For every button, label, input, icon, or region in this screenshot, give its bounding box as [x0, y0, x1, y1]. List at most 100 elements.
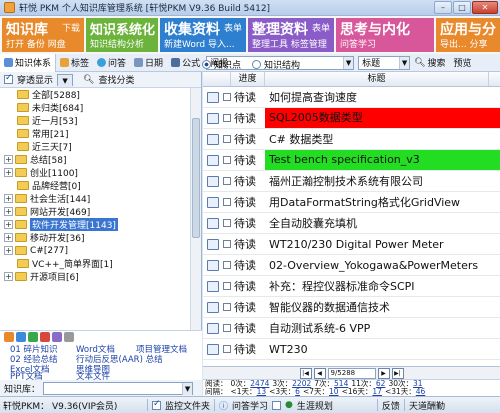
- expand-icon[interactable]: +: [4, 220, 13, 229]
- link-ppt-docs[interactable]: PPT文档: [10, 370, 42, 382]
- penetrate-dropdown[interactable]: ▼: [57, 73, 74, 87]
- tree-item[interactable]: + 网站开发[469]: [0, 205, 201, 218]
- tree-item[interactable]: + 社会生活[144]: [0, 192, 201, 205]
- expand-icon[interactable]: +: [4, 194, 13, 203]
- tree-item[interactable]: + 软件开发管理[1143]: [0, 218, 201, 231]
- row-checkbox[interactable]: [223, 219, 231, 227]
- expand-icon[interactable]: +: [4, 207, 13, 216]
- table-row[interactable]: 待读 WT210/230 Digital Power Meter: [203, 234, 500, 255]
- tab-qa[interactable]: 问答: [93, 56, 130, 69]
- table-row[interactable]: 待读 智能仪器的数据通信技术: [203, 297, 500, 318]
- table-row[interactable]: 待读 福州正瀚控制技术系统有限公司: [203, 171, 500, 192]
- column-title[interactable]: 标题: [265, 72, 489, 86]
- page-indicator[interactable]: 9/5288: [327, 367, 376, 379]
- row-checkbox[interactable]: [223, 93, 231, 101]
- tree-item[interactable]: + 移动开发[36]: [0, 231, 201, 244]
- row-checkbox[interactable]: [223, 282, 231, 290]
- stat-value[interactable]: 46: [416, 387, 426, 396]
- row-checkbox[interactable]: [223, 114, 231, 122]
- column-progress[interactable]: 进度: [231, 72, 265, 86]
- tree-item[interactable]: 近一月[53]: [0, 114, 201, 127]
- ribbon-tile-organize[interactable]: 整理资料 表单 整理工具 标签管理: [248, 18, 334, 52]
- prev-page-button[interactable]: ◀: [313, 367, 326, 379]
- knowledge-base-select[interactable]: ▼: [43, 381, 194, 395]
- ribbon-tile-collect[interactable]: 收集资料 表单 新建Word 导入...: [160, 18, 246, 52]
- preview-toggle[interactable]: 预览: [450, 56, 476, 69]
- tree-item[interactable]: VC++_简单界面[1]: [0, 257, 201, 270]
- table-row[interactable]: 待读 02-Overview_Yokogawa&PowerMeters: [203, 255, 500, 276]
- table-row[interactable]: 待读 SQL2005数据类型: [203, 108, 500, 129]
- chevron-down-icon[interactable]: ▼: [399, 56, 410, 69]
- tree-item[interactable]: 常用[21]: [0, 127, 201, 140]
- row-checkbox[interactable]: [223, 324, 231, 332]
- search-button[interactable]: 🔍︎ 搜索: [410, 56, 449, 70]
- expand-icon[interactable]: +: [4, 233, 13, 242]
- tree-item[interactable]: + C#[277]: [0, 244, 201, 257]
- expand-icon[interactable]: +: [4, 168, 13, 177]
- tab-knowledge-system[interactable]: 知识体系: [0, 53, 57, 72]
- radio-knowledge-structure[interactable]: [252, 59, 262, 69]
- table-row[interactable]: 待读 补充：程控仪器标准命令SCPI: [203, 276, 500, 297]
- tree-item[interactable]: 全部[5288]: [0, 88, 201, 101]
- feedback-link[interactable]: 反馈: [382, 399, 400, 412]
- search-field-select[interactable]: 标题 ▼: [358, 55, 411, 70]
- tab-date[interactable]: 日期: [130, 56, 167, 69]
- expand-icon[interactable]: +: [4, 272, 13, 281]
- link-text-files[interactable]: 文本文件: [76, 370, 110, 382]
- minimize-button[interactable]: –: [434, 1, 452, 14]
- table-row[interactable]: 待读 如何提高查询速度: [203, 87, 500, 108]
- table-row[interactable]: 待读 用DataFormatString格式化GridView: [203, 192, 500, 213]
- table-row[interactable]: 待读 C# 数据类型: [203, 129, 500, 150]
- link-aar-summary[interactable]: 行动后反思(AAR) 总结: [76, 353, 163, 365]
- first-page-button[interactable]: |◀: [299, 367, 312, 379]
- expand-icon[interactable]: +: [4, 246, 13, 255]
- tree-item[interactable]: + 总结[58]: [0, 153, 201, 166]
- qa-study-link[interactable]: 问答学习: [232, 399, 268, 412]
- tree-item[interactable]: + 创业[1100]: [0, 166, 201, 179]
- ribbon-knowledge-download[interactable]: 下载: [62, 21, 80, 34]
- next-page-button[interactable]: ▶: [377, 367, 390, 379]
- link-experience-summary[interactable]: 02 经验总结: [10, 353, 76, 365]
- row-checkbox[interactable]: [223, 198, 231, 206]
- tree-item[interactable]: 近三天[7]: [0, 140, 201, 153]
- tree-item[interactable]: 未归类[684]: [0, 101, 201, 114]
- row-checkbox[interactable]: [223, 177, 231, 185]
- excel-icon[interactable]: [28, 332, 38, 342]
- expand-icon[interactable]: +: [4, 155, 13, 164]
- stat-value[interactable]: 6: [295, 387, 300, 396]
- tree-item[interactable]: 品牌经营[0]: [0, 179, 201, 192]
- stat-value[interactable]: 13: [257, 387, 267, 396]
- find-category-button[interactable]: 查找分类: [98, 73, 134, 86]
- chevron-down-icon[interactable]: ▼: [343, 56, 354, 69]
- link-fragment-knowledge[interactable]: 01 碎片知识: [10, 343, 76, 355]
- folder-icon[interactable]: [4, 332, 14, 342]
- ribbon-organize-form[interactable]: 表单: [312, 21, 330, 34]
- table-row[interactable]: 待读 全自动胶囊充填机: [203, 213, 500, 234]
- word-icon[interactable]: [16, 332, 26, 342]
- close-button[interactable]: ✕: [472, 1, 498, 14]
- scrollbar-thumb[interactable]: [192, 118, 200, 238]
- ribbon-tile-think[interactable]: 思考与内化 问答学习: [336, 18, 434, 52]
- career-plan-link[interactable]: 生涯规划: [297, 399, 333, 412]
- link-project-docs[interactable]: 项目管理文档: [136, 343, 187, 355]
- row-checkbox[interactable]: [223, 261, 231, 269]
- text-file-icon[interactable]: [64, 332, 74, 342]
- stat-value[interactable]: 17: [372, 387, 382, 396]
- penetrate-checkbox[interactable]: [4, 73, 13, 84]
- ribbon-tile-knowledge[interactable]: 知识库 下载 打开 备份 网盘: [2, 18, 84, 52]
- reminder-checkbox[interactable]: [272, 400, 282, 410]
- last-page-button[interactable]: ▶|: [391, 367, 404, 379]
- ribbon-collect-form[interactable]: 表单: [224, 21, 242, 34]
- ribbon-tile-apply[interactable]: 应用与分 导出... 分享: [436, 18, 500, 52]
- maximize-button[interactable]: □: [453, 1, 471, 14]
- link-word-docs[interactable]: Word文档: [76, 343, 136, 355]
- table-row[interactable]: 待读 自动测试系统-6 VPP: [203, 318, 500, 339]
- row-checkbox[interactable]: [223, 240, 231, 248]
- radio-knowledge-point[interactable]: [202, 59, 211, 69]
- monitor-folder-checkbox[interactable]: [152, 399, 161, 410]
- ribbon-tile-system[interactable]: 知识系统化 知识结构分析: [86, 18, 158, 52]
- table-row[interactable]: 待读 WT230: [203, 339, 500, 360]
- tree-item[interactable]: + 开源项目[6]: [0, 270, 201, 283]
- tree-scrollbar[interactable]: [190, 88, 201, 330]
- ppt-icon[interactable]: [40, 332, 50, 342]
